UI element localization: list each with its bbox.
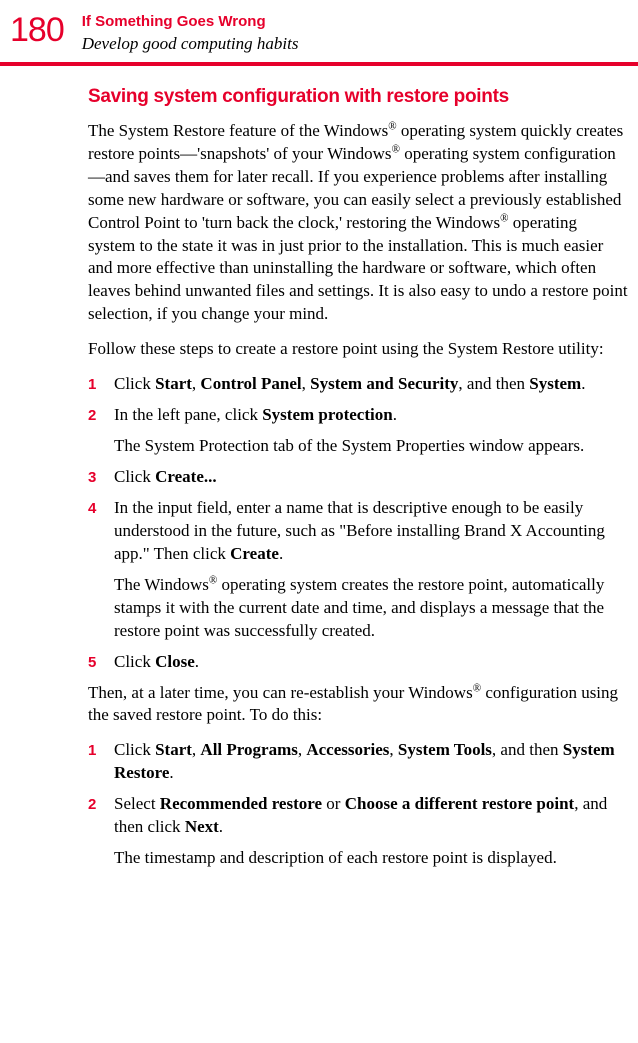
section-subtitle: Develop good computing habits [82,33,299,56]
step-result-text: The timestamp and description of each re… [114,847,628,870]
step-item: 4In the input field, enter a name that i… [88,497,628,643]
then-paragraph: Then, at a later time, you can re-establ… [88,682,628,728]
step-result-text: The Windows® operating system creates th… [114,574,628,643]
step-body: In the left pane, click System protectio… [114,404,628,458]
step-body: Click Start, Control Panel, System and S… [114,373,628,396]
step-number: 2 [88,793,114,870]
page-header: 180 If Something Goes Wrong Develop good… [0,0,638,56]
page-content: Saving system configuration with restore… [0,66,638,870]
step-text: Click Start, All Programs, Accessories, … [114,739,628,785]
step-text: Click Create... [114,466,628,489]
step-body: In the input field, enter a name that is… [114,497,628,643]
step-text: Select Recommended restore or Choose a d… [114,793,628,839]
step-item: 2In the left pane, click System protecti… [88,404,628,458]
step-item: 1Click Start, Control Panel, System and … [88,373,628,396]
step-item: 2Select Recommended restore or Choose a … [88,793,628,870]
step-text: In the left pane, click System protectio… [114,404,628,427]
step-number: 1 [88,739,114,785]
step-body: Select Recommended restore or Choose a d… [114,793,628,870]
step-result-text: The System Protection tab of the System … [114,435,628,458]
step-number: 2 [88,404,114,458]
page-number: 180 [10,8,64,54]
step-body: Click Close. [114,651,628,674]
step-number: 5 [88,651,114,674]
section-heading: Saving system configuration with restore… [88,84,628,110]
step-item: 1Click Start, All Programs, Accessories,… [88,739,628,785]
header-text: If Something Goes Wrong Develop good com… [82,8,299,56]
step-text: In the input field, enter a name that is… [114,497,628,566]
step-body: Click Start, All Programs, Accessories, … [114,739,628,785]
steps-list-a: 1Click Start, Control Panel, System and … [88,373,628,673]
steps-list-b: 1Click Start, All Programs, Accessories,… [88,739,628,870]
step-item: 5Click Close. [88,651,628,674]
follow-paragraph: Follow these steps to create a restore p… [88,338,628,361]
step-text: Click Close. [114,651,628,674]
step-number: 3 [88,466,114,489]
step-body: Click Create... [114,466,628,489]
step-number: 4 [88,497,114,643]
chapter-title: If Something Goes Wrong [82,12,299,32]
intro-paragraph: The System Restore feature of the Window… [88,120,628,326]
step-text: Click Start, Control Panel, System and S… [114,373,628,396]
step-number: 1 [88,373,114,396]
step-item: 3Click Create... [88,466,628,489]
